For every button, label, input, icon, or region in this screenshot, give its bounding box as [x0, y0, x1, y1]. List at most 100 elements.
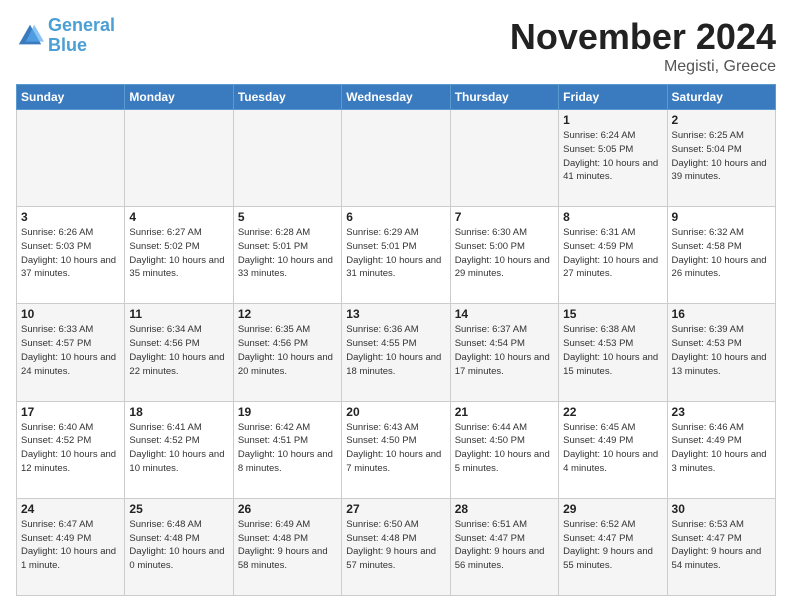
- day-number: 30: [672, 502, 771, 516]
- cell-info: Sunrise: 6:35 AM Sunset: 4:56 PM Dayligh…: [238, 323, 337, 378]
- cell-info: Sunrise: 6:41 AM Sunset: 4:52 PM Dayligh…: [129, 421, 228, 476]
- day-number: 7: [455, 210, 554, 224]
- cell-info: Sunrise: 6:27 AM Sunset: 5:02 PM Dayligh…: [129, 226, 228, 281]
- logo-text: General Blue: [48, 16, 115, 56]
- calendar-cell: 19 Sunrise: 6:42 AM Sunset: 4:51 PM Dayli…: [233, 401, 341, 498]
- calendar-cell: 23 Sunrise: 6:46 AM Sunset: 4:49 PM Dayli…: [667, 401, 775, 498]
- calendar-cell: 5 Sunrise: 6:28 AM Sunset: 5:01 PM Daylig…: [233, 207, 341, 304]
- calendar-cell: 10 Sunrise: 6:33 AM Sunset: 4:57 PM Dayli…: [17, 304, 125, 401]
- calendar-cell: 11Sunrise: 6:34 AM Sunset: 4:56 PM Dayli…: [125, 304, 233, 401]
- logo: General Blue: [16, 16, 115, 56]
- cell-info: Sunrise: 6:40 AM Sunset: 4:52 PM Dayligh…: [21, 421, 120, 476]
- title-block: November 2024 Megisti, Greece: [510, 16, 776, 76]
- calendar-cell: [125, 110, 233, 207]
- day-number: 23: [672, 405, 771, 419]
- calendar-cell: 18 Sunrise: 6:41 AM Sunset: 4:52 PM Dayli…: [125, 401, 233, 498]
- day-number: 6: [346, 210, 445, 224]
- calendar-cell: [233, 110, 341, 207]
- day-number: 16: [672, 307, 771, 321]
- day-number: 25: [129, 502, 228, 516]
- day-number: 8: [563, 210, 662, 224]
- cell-info: Sunrise: 6:46 AM Sunset: 4:49 PM Dayligh…: [672, 421, 771, 476]
- cell-info: Sunrise: 6:52 AM Sunset: 4:47 PM Dayligh…: [563, 518, 662, 573]
- cell-info: Sunrise: 6:38 AM Sunset: 4:53 PM Dayligh…: [563, 323, 662, 378]
- day-number: 20: [346, 405, 445, 419]
- day-number: 1: [563, 113, 662, 127]
- day-number: 29: [563, 502, 662, 516]
- calendar-day-header: Wednesday: [342, 85, 450, 110]
- calendar-cell: [450, 110, 558, 207]
- calendar-cell: 26 Sunrise: 6:49 AM Sunset: 4:48 PM Dayli…: [233, 498, 341, 595]
- cell-info: Sunrise: 6:49 AM Sunset: 4:48 PM Dayligh…: [238, 518, 337, 573]
- cell-info: Sunrise: 6:51 AM Sunset: 4:47 PM Dayligh…: [455, 518, 554, 573]
- calendar-cell: 2 Sunrise: 6:25 AM Sunset: 5:04 PM Daylig…: [667, 110, 775, 207]
- calendar-cell: 27Sunrise: 6:50 AM Sunset: 4:48 PM Dayli…: [342, 498, 450, 595]
- day-number: 12: [238, 307, 337, 321]
- cell-info: Sunrise: 6:48 AM Sunset: 4:48 PM Dayligh…: [129, 518, 228, 573]
- cell-info: Sunrise: 6:44 AM Sunset: 4:50 PM Dayligh…: [455, 421, 554, 476]
- cell-info: Sunrise: 6:25 AM Sunset: 5:04 PM Dayligh…: [672, 129, 771, 184]
- calendar-week-row: 1Sunrise: 6:24 AM Sunset: 5:05 PM Daylig…: [17, 110, 776, 207]
- day-number: 18: [129, 405, 228, 419]
- calendar-cell: 22 Sunrise: 6:45 AM Sunset: 4:49 PM Dayli…: [559, 401, 667, 498]
- day-number: 19: [238, 405, 337, 419]
- calendar-cell: 24 Sunrise: 6:47 AM Sunset: 4:49 PM Dayli…: [17, 498, 125, 595]
- calendar-cell: 9Sunrise: 6:32 AM Sunset: 4:58 PM Daylig…: [667, 207, 775, 304]
- calendar-week-row: 17 Sunrise: 6:40 AM Sunset: 4:52 PM Dayli…: [17, 401, 776, 498]
- calendar-cell: 25 Sunrise: 6:48 AM Sunset: 4:48 PM Dayli…: [125, 498, 233, 595]
- cell-info: Sunrise: 6:31 AM Sunset: 4:59 PM Dayligh…: [563, 226, 662, 281]
- day-number: 22: [563, 405, 662, 419]
- cell-info: Sunrise: 6:30 AM Sunset: 5:00 PM Dayligh…: [455, 226, 554, 281]
- calendar-day-header: Monday: [125, 85, 233, 110]
- calendar-cell: 28 Sunrise: 6:51 AM Sunset: 4:47 PM Dayli…: [450, 498, 558, 595]
- calendar-cell: 16Sunrise: 6:39 AM Sunset: 4:53 PM Dayli…: [667, 304, 775, 401]
- cell-info: Sunrise: 6:47 AM Sunset: 4:49 PM Dayligh…: [21, 518, 120, 573]
- day-number: 26: [238, 502, 337, 516]
- cell-info: Sunrise: 6:33 AM Sunset: 4:57 PM Dayligh…: [21, 323, 120, 378]
- calendar-cell: 17 Sunrise: 6:40 AM Sunset: 4:52 PM Dayli…: [17, 401, 125, 498]
- calendar-day-header: Tuesday: [233, 85, 341, 110]
- calendar-cell: 7 Sunrise: 6:30 AM Sunset: 5:00 PM Daylig…: [450, 207, 558, 304]
- calendar-week-row: 10 Sunrise: 6:33 AM Sunset: 4:57 PM Dayli…: [17, 304, 776, 401]
- calendar-cell: 3 Sunrise: 6:26 AM Sunset: 5:03 PM Daylig…: [17, 207, 125, 304]
- cell-info: Sunrise: 6:34 AM Sunset: 4:56 PM Dayligh…: [129, 323, 228, 378]
- day-number: 15: [563, 307, 662, 321]
- calendar-cell: 1Sunrise: 6:24 AM Sunset: 5:05 PM Daylig…: [559, 110, 667, 207]
- day-number: 21: [455, 405, 554, 419]
- cell-info: Sunrise: 6:43 AM Sunset: 4:50 PM Dayligh…: [346, 421, 445, 476]
- location: Megisti, Greece: [510, 58, 776, 76]
- day-number: 13: [346, 307, 445, 321]
- calendar-cell: [17, 110, 125, 207]
- calendar-day-header: Saturday: [667, 85, 775, 110]
- day-number: 27: [346, 502, 445, 516]
- cell-info: Sunrise: 6:26 AM Sunset: 5:03 PM Dayligh…: [21, 226, 120, 281]
- day-number: 3: [21, 210, 120, 224]
- cell-info: Sunrise: 6:29 AM Sunset: 5:01 PM Dayligh…: [346, 226, 445, 281]
- calendar-cell: 20 Sunrise: 6:43 AM Sunset: 4:50 PM Dayli…: [342, 401, 450, 498]
- calendar-cell: 14Sunrise: 6:37 AM Sunset: 4:54 PM Dayli…: [450, 304, 558, 401]
- cell-info: Sunrise: 6:32 AM Sunset: 4:58 PM Dayligh…: [672, 226, 771, 281]
- month-title: November 2024: [510, 16, 776, 58]
- day-number: 4: [129, 210, 228, 224]
- day-number: 28: [455, 502, 554, 516]
- cell-info: Sunrise: 6:45 AM Sunset: 4:49 PM Dayligh…: [563, 421, 662, 476]
- calendar-cell: 30Sunrise: 6:53 AM Sunset: 4:47 PM Dayli…: [667, 498, 775, 595]
- calendar-cell: 4 Sunrise: 6:27 AM Sunset: 5:02 PM Daylig…: [125, 207, 233, 304]
- calendar-cell: 15 Sunrise: 6:38 AM Sunset: 4:53 PM Dayli…: [559, 304, 667, 401]
- day-number: 10: [21, 307, 120, 321]
- day-number: 14: [455, 307, 554, 321]
- header: General Blue November 2024 Megisti, Gree…: [16, 16, 776, 76]
- calendar-cell: 6 Sunrise: 6:29 AM Sunset: 5:01 PM Daylig…: [342, 207, 450, 304]
- calendar-week-row: 24 Sunrise: 6:47 AM Sunset: 4:49 PM Dayli…: [17, 498, 776, 595]
- day-number: 2: [672, 113, 771, 127]
- day-number: 5: [238, 210, 337, 224]
- cell-info: Sunrise: 6:28 AM Sunset: 5:01 PM Dayligh…: [238, 226, 337, 281]
- day-number: 24: [21, 502, 120, 516]
- day-number: 17: [21, 405, 120, 419]
- calendar-day-header: Thursday: [450, 85, 558, 110]
- cell-info: Sunrise: 6:42 AM Sunset: 4:51 PM Dayligh…: [238, 421, 337, 476]
- logo-icon: [16, 22, 44, 50]
- page: General Blue November 2024 Megisti, Gree…: [0, 0, 792, 612]
- calendar-table: SundayMondayTuesdayWednesdayThursdayFrid…: [16, 84, 776, 596]
- calendar-cell: 8 Sunrise: 6:31 AM Sunset: 4:59 PM Daylig…: [559, 207, 667, 304]
